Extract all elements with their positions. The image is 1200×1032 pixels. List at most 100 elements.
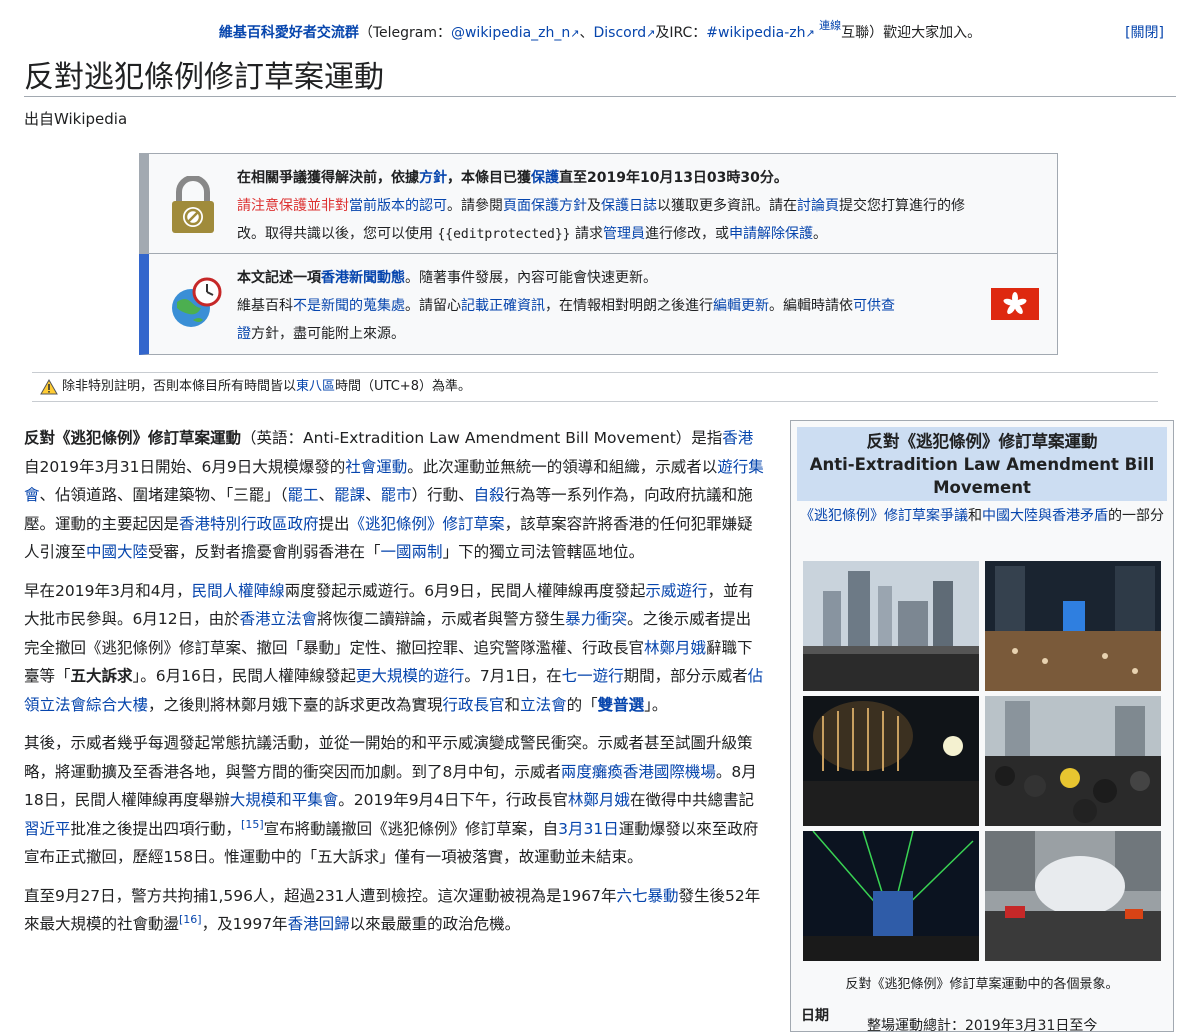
discord-link[interactable]: Discord [594,25,647,41]
body-text: 。7月1日，在 [464,667,562,685]
body-text: 。此次運動並無統一的領導和組織，示威者以 [407,457,718,476]
article-link[interactable]: 香港 [722,429,753,447]
china-hk-conflict-link[interactable]: 中國大陸與香港矛盾 [982,508,1108,524]
body-text: 」下的獨立司法管轄區地位。 [442,543,645,561]
verifiability-link[interactable]: 可供查 [853,298,895,314]
bill-dispute-link[interactable]: 《逃犯條例》修訂草案爭議 [800,508,968,524]
bridge-link[interactable]: 連線 [819,19,841,32]
article-link[interactable]: 罷課 [334,486,365,504]
photo-admiralty-protest[interactable] [803,561,979,691]
notice-text: （Telegram： [358,25,451,41]
article-link[interactable]: 暴力衝突 [565,610,627,628]
article-link[interactable]: 香港立法會 [240,610,318,628]
photo-umbrella-march[interactable] [985,696,1161,826]
not-news-link[interactable]: 不是新聞的蒐集處 [293,298,405,314]
photo-legco-occupation[interactable] [803,696,979,826]
bold-text: 反對《逃犯條例》修訂草案運動 [24,429,242,447]
infobox-date-label: 日期 [801,1008,829,1024]
citation-link[interactable]: [15] [241,817,264,830]
protection-link[interactable]: 保護 [531,170,559,186]
irc-link[interactable]: #wikipedia-zh [706,25,805,41]
article-link[interactable]: 林鄭月娥 [644,639,706,657]
warning-icon [40,378,58,394]
protection-log-link[interactable]: 保護日誌 [601,198,657,214]
admin-link[interactable]: 管理員 [603,226,645,242]
request-unprotect-link[interactable]: 申請解除保護 [729,226,813,242]
paragraph-2: 早在2019年3月和4月，民間人權陣線兩度發起示威遊行。6月9日，民間人權陣線再… [24,577,766,720]
notice-text-irc: 及IRC： [655,25,707,41]
timezone-note: 除非特別註明，否則本條目所有時間皆以東八區時間（UTC+8）為準。 [32,372,1158,402]
infobox-title-zh: 反對《逃犯條例》修訂草案運動 [866,432,1098,451]
article-link[interactable]: 《逃犯條例》修訂草案 [350,515,505,533]
photo-laser-night[interactable] [803,831,979,961]
site-notice: 維基百科愛好者交流群（Telegram：@wikipedia_zh_n↗、Dis… [0,19,1200,42]
protection-policy-link[interactable]: 頁面保護方針 [503,198,587,214]
body-text: 和 [504,695,521,714]
protection-line-2: 請注意保護並非對當前版本的認可。請參閱頁面保護方針及保護日誌以獲取更多資訊。請在… [237,198,965,214]
policy-link[interactable]: 方針 [419,170,447,186]
article-link[interactable]: 香港特別行政區政府 [179,515,319,533]
protection-line-1: 在相關爭議獲得解決前，依據方針，本條目已獲保護直至2019年10月13日03時3… [237,170,788,186]
article-link[interactable]: 社會運動 [345,458,407,476]
external-link-icon: ↗ [646,27,656,40]
body-text: 、 [318,486,335,504]
body-text: 將恢復二讀辯論，示威者與警方發生 [317,610,566,628]
article-link[interactable]: 林鄭月娥 [568,791,630,809]
event-line-1: 本文記述一項香港新聞動態。隨著事件發展，內容可能會快速更新。 [237,270,657,286]
article-link[interactable]: 立法會 [520,696,567,714]
body-text: 提出 [318,514,350,533]
telegram-link[interactable]: @wikipedia_zh_n [451,25,570,41]
article-link[interactable]: 六七暴動 [617,887,679,905]
infobox-title-en: Anti-Extradition Law Amendment Bill Move… [809,455,1155,497]
infobox-subtitle: 《逃犯條例》修訂草案爭議和中國大陸與香港矛盾的一部分 [800,508,1164,524]
article-link[interactable]: 更大規模的遊行 [356,667,465,685]
body-text: 早在2019年3月和4月， [24,581,192,600]
talk-page-link[interactable]: 討論頁 [797,198,839,214]
article-link[interactable]: 3月31日 [558,820,619,838]
citation-link[interactable]: [16] [179,913,202,926]
title-divider [24,96,1176,97]
paragraph-1: 反對《逃犯條例》修訂草案運動（英語：Anti-Extradition Law A… [24,424,766,567]
editprotected-template: {{editprotected}} [437,227,571,242]
article-link[interactable]: 習近平 [24,820,71,838]
body-text: ，及1997年 [201,915,288,933]
article-link[interactable]: 一國兩制 [381,543,443,561]
article-link[interactable]: 中國大陸 [86,543,148,561]
body-text: 。2019年9月4日下午，行政長官 [338,791,568,809]
body-text: 」。 [644,695,668,714]
article-link[interactable]: 香港回歸 [288,915,350,933]
article-link[interactable]: 大規模和平集會 [230,791,339,809]
community-group-link[interactable]: 維基百科愛好者交流群 [219,25,359,41]
current-event-box: 本文記述一項香港新聞動態。隨著事件發展，內容可能會快速更新。 維基百科不是新聞的… [139,254,1058,355]
body-text: 自2019年3月31日開始、6月9日大規模爆發的 [24,457,346,476]
article-link[interactable]: 兩度癱瘓香港國際機場 [561,763,716,781]
notice-sep: 、 [579,25,594,41]
body-text: 、佔領道路、圍堵建築物、「三罷」（ [39,486,288,504]
article-link[interactable]: 七一遊行 [562,667,624,685]
body-text: 兩度發起示威遊行。6月9日，民間人權陣線再度發起 [284,581,646,600]
current-version-link[interactable]: 當前版本的認可 [349,198,447,214]
event-line-3: 證方針，盡可能附上來源。 [237,326,405,342]
infobox-title: 反對《逃犯條例》修訂草案運動 Anti-Extradition Law Amen… [797,427,1167,501]
body-text: 在徵得中共總書記 [629,791,754,809]
hk-news-link[interactable]: 香港新聞動態 [321,270,405,286]
article-link[interactable]: 行政長官 [443,696,505,714]
paragraph-4: 直至9月27日，警方共拘捕1,596人，超過231人遭到檢控。這次運動被視為是1… [24,882,766,939]
article-link[interactable]: 雙普選 [598,696,645,714]
accurate-info-link[interactable]: 記載正確資訊 [461,298,545,314]
article-link[interactable]: 罷工 [288,486,319,504]
external-link-icon: ↗ [570,27,580,40]
infobox-caption: 反對《逃犯條例》修訂草案運動中的各個景象。 [845,977,1119,992]
body-text: 直至9月27日，警方共拘捕1,596人，超過231人遭到檢控。這次運動被視為是1… [24,886,617,905]
photo-tear-gas-clash[interactable] [985,831,1161,961]
dismiss-notice-button[interactable]: [關閉] [1125,22,1164,42]
article-link[interactable]: 自殺 [474,486,505,504]
article-link[interactable]: 民間人權陣線 [192,582,285,600]
photo-night-rally[interactable] [985,561,1161,691]
edit-update-link[interactable]: 編輯更新 [713,298,769,314]
utc8-link[interactable]: 東八區 [296,379,335,394]
verifiability-link-2[interactable]: 證 [237,326,251,342]
page-title: 反對逃犯條例修訂草案運動 [24,60,384,95]
article-link[interactable]: 示威遊行 [645,582,707,600]
article-link[interactable]: 罷市 [381,486,412,504]
